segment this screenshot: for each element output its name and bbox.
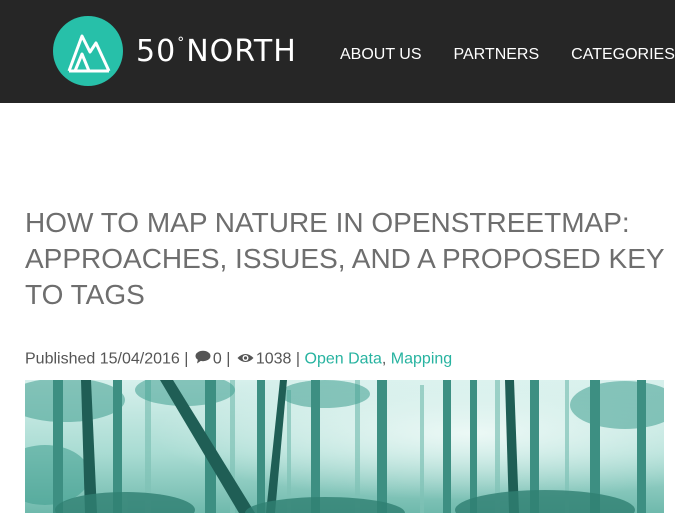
- nav-about-us[interactable]: ABOUT US: [340, 46, 422, 64]
- meta-separator: |: [295, 350, 301, 368]
- eye-icon: [237, 351, 254, 369]
- meta-separator: |: [184, 350, 189, 368]
- published-date: 15/04/2016: [99, 350, 180, 368]
- category-delimiter: ,: [381, 350, 387, 368]
- site-header: 50°NORTH ABOUT US PARTNERS CATEGORIES: [0, 0, 675, 103]
- nav-categories[interactable]: CATEGORIES: [571, 46, 675, 64]
- comment-bubble-icon: [195, 350, 211, 369]
- logo-degree: °: [177, 35, 186, 51]
- forest-photo: [25, 380, 664, 513]
- comments-count[interactable]: 0: [213, 351, 222, 368]
- logo-north: NORTH: [186, 34, 297, 69]
- views-count: 1038: [255, 350, 292, 368]
- nav-partners[interactable]: PARTNERS: [454, 46, 540, 64]
- article-meta: Published 15/04/2016 | 0 | 1038 | Open D…: [25, 350, 452, 369]
- published-label: Published: [25, 350, 96, 368]
- article-title: HOW TO MAP NATURE IN OPENSTREETMAP: APPR…: [25, 207, 665, 310]
- logo-wordmark[interactable]: 50°NORTH: [136, 32, 297, 77]
- logo-number: 50: [136, 34, 177, 69]
- meta-separator: |: [226, 350, 231, 368]
- category-link-mapping[interactable]: Mapping: [391, 351, 452, 368]
- logo-mountain-icon[interactable]: [53, 16, 123, 86]
- category-link-open-data[interactable]: Open Data: [305, 351, 382, 368]
- main-navigation: ABOUT US PARTNERS CATEGORIES: [340, 46, 675, 64]
